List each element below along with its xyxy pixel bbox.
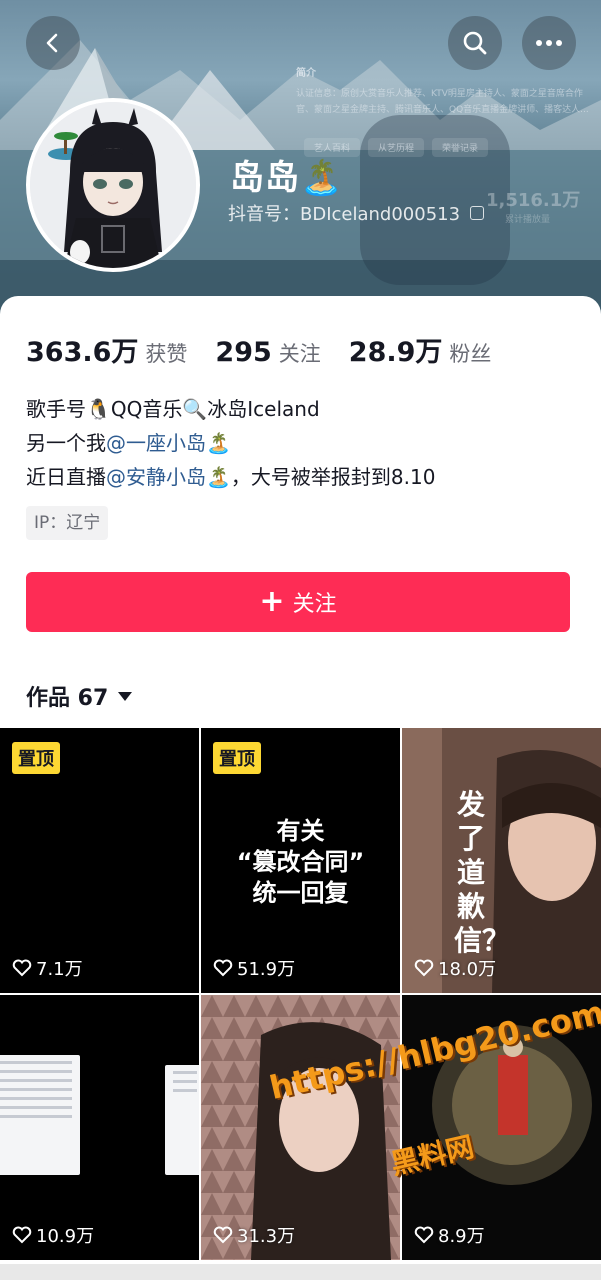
- like-count: 8.9万: [414, 1222, 485, 1248]
- video-thumbnail[interactable]: 置顶 7.1万: [0, 728, 199, 993]
- avatar[interactable]: [26, 98, 200, 272]
- like-count: 31.3万: [213, 1222, 295, 1248]
- like-count-text: 10.9万: [36, 1226, 95, 1247]
- pinned-badge: 置顶: [213, 742, 261, 774]
- heart-icon: [12, 1226, 32, 1244]
- heart-icon: [213, 1226, 233, 1244]
- cover-line: “篡改合同”: [236, 848, 365, 876]
- video-cover-text: 有关 “篡改合同” 统一回复: [201, 816, 400, 909]
- stat-following[interactable]: 295 关注: [215, 337, 320, 368]
- douyin-id[interactable]: 抖音号：BDIceland000513: [228, 200, 485, 226]
- chevron-left-icon: [46, 33, 58, 53]
- like-count-text: 7.1万: [36, 959, 83, 980]
- search-icon: [463, 31, 487, 55]
- follow-button[interactable]: + 关注: [26, 572, 570, 632]
- bio-text: ，大号被举报封到8.10: [230, 465, 436, 489]
- video-grid: 置顶 7.1万 置顶 有关 “篡改合同” 统一回复 51.9万 发了道歉信？ 1…: [0, 728, 601, 1280]
- ghost-intro-title: 简介: [296, 68, 316, 79]
- like-count: 18.0万: [414, 955, 496, 981]
- cover-line: 统一回复: [252, 879, 349, 907]
- document-screenshot: [165, 1065, 199, 1175]
- follow-button-label: 关注: [292, 592, 337, 617]
- stat-followers[interactable]: 28.9万 粉丝: [349, 330, 492, 369]
- like-count: 51.9万: [213, 955, 295, 981]
- back-button[interactable]: [26, 16, 80, 70]
- bio-text: 另一个我: [26, 431, 106, 455]
- pinned-badge: 置顶: [12, 742, 60, 774]
- video-thumbnail[interactable]: 31.3万: [201, 995, 400, 1260]
- ghost-tag: 荣誉记录: [432, 138, 489, 157]
- video-thumbnail[interactable]: 10.9万: [0, 995, 199, 1260]
- heart-icon: [213, 959, 233, 977]
- search-button[interactable]: [448, 16, 502, 70]
- like-count: 10.9万: [12, 1222, 94, 1248]
- more-dots-icon: [536, 40, 562, 46]
- ghost-play-count-label: 累计播放量: [505, 215, 551, 225]
- ghost-intro-text: 认证信息：原创大赏音乐人推荐、KTV明星房主持人、蒙面之星音席合作官、蒙面之星金…: [296, 89, 589, 115]
- douyin-id-text: 抖音号：BDIceland000513: [228, 204, 461, 225]
- nickname: 岛岛🏝️: [230, 158, 344, 198]
- video-thumbnail[interactable]: 发了道歉信？ 18.0万: [402, 728, 601, 993]
- stat-value: 363.6万: [26, 337, 139, 368]
- stats-row: 363.6万 获赞 295 关注 28.9万 粉丝: [26, 330, 519, 369]
- stat-value: 28.9万: [348, 337, 443, 368]
- like-count-text: 8.9万: [438, 1226, 485, 1247]
- heart-icon: [12, 959, 32, 977]
- bio-line-2: 另一个我@一座小岛🏝️: [26, 426, 435, 460]
- caret-down-icon: [118, 691, 133, 701]
- like-count-text: 51.9万: [237, 959, 296, 980]
- avatar-illustration: [30, 102, 196, 268]
- stat-likes: 363.6万 获赞: [26, 330, 187, 369]
- bio: 歌手号🐧QQ音乐🔍冰岛Iceland 另一个我@一座小岛🏝️ 近日直播@安静小岛…: [26, 392, 435, 494]
- like-count: 7.1万: [12, 955, 83, 981]
- like-count-text: 18.0万: [438, 959, 497, 980]
- mention-link[interactable]: @一座小岛🏝️: [106, 431, 231, 455]
- cover-line: 有关: [276, 817, 325, 845]
- stat-value: 295: [215, 337, 272, 368]
- next-row-peek: [0, 1264, 601, 1280]
- mention-link[interactable]: @安静小岛🏝️: [106, 465, 231, 489]
- bio-line-3: 近日直播@安静小岛🏝️，大号被举报封到8.10: [26, 460, 435, 494]
- copy-icon[interactable]: [470, 206, 485, 220]
- document-screenshot: [0, 1055, 80, 1175]
- profile-card: 363.6万 获赞 295 关注 28.9万 粉丝 歌手号🐧QQ音乐🔍冰岛Ice…: [0, 296, 601, 726]
- ghost-play-count: 1,516.1万: [486, 190, 581, 211]
- ip-location-badge: IP：辽宁: [26, 506, 109, 540]
- works-tab-label: 作品 67: [26, 686, 109, 711]
- heart-icon: [414, 959, 434, 977]
- video-thumbnail[interactable]: 置顶 有关 “篡改合同” 统一回复 51.9万: [201, 728, 400, 993]
- stat-label: 粉丝: [449, 342, 492, 366]
- tab-works[interactable]: 作品 67: [26, 680, 133, 712]
- like-count-text: 31.3万: [237, 1226, 296, 1247]
- ghost-tag: 从艺历程: [368, 138, 425, 157]
- stat-label: 关注: [278, 342, 321, 366]
- heart-icon: [414, 1226, 434, 1244]
- video-cover-image: [201, 995, 400, 1260]
- stat-label: 获赞: [145, 342, 188, 366]
- bio-line-1: 歌手号🐧QQ音乐🔍冰岛Iceland: [26, 397, 320, 421]
- video-cover-text: 发了道歉信？: [454, 788, 511, 957]
- profile-banner: 简介 认证信息：原创大赏音乐人推荐、KTV明星房主持人、蒙面之星音席合作官、蒙面…: [0, 0, 601, 320]
- plus-icon: +: [259, 584, 285, 619]
- more-button[interactable]: [522, 16, 576, 70]
- bio-text: 近日直播: [26, 465, 106, 489]
